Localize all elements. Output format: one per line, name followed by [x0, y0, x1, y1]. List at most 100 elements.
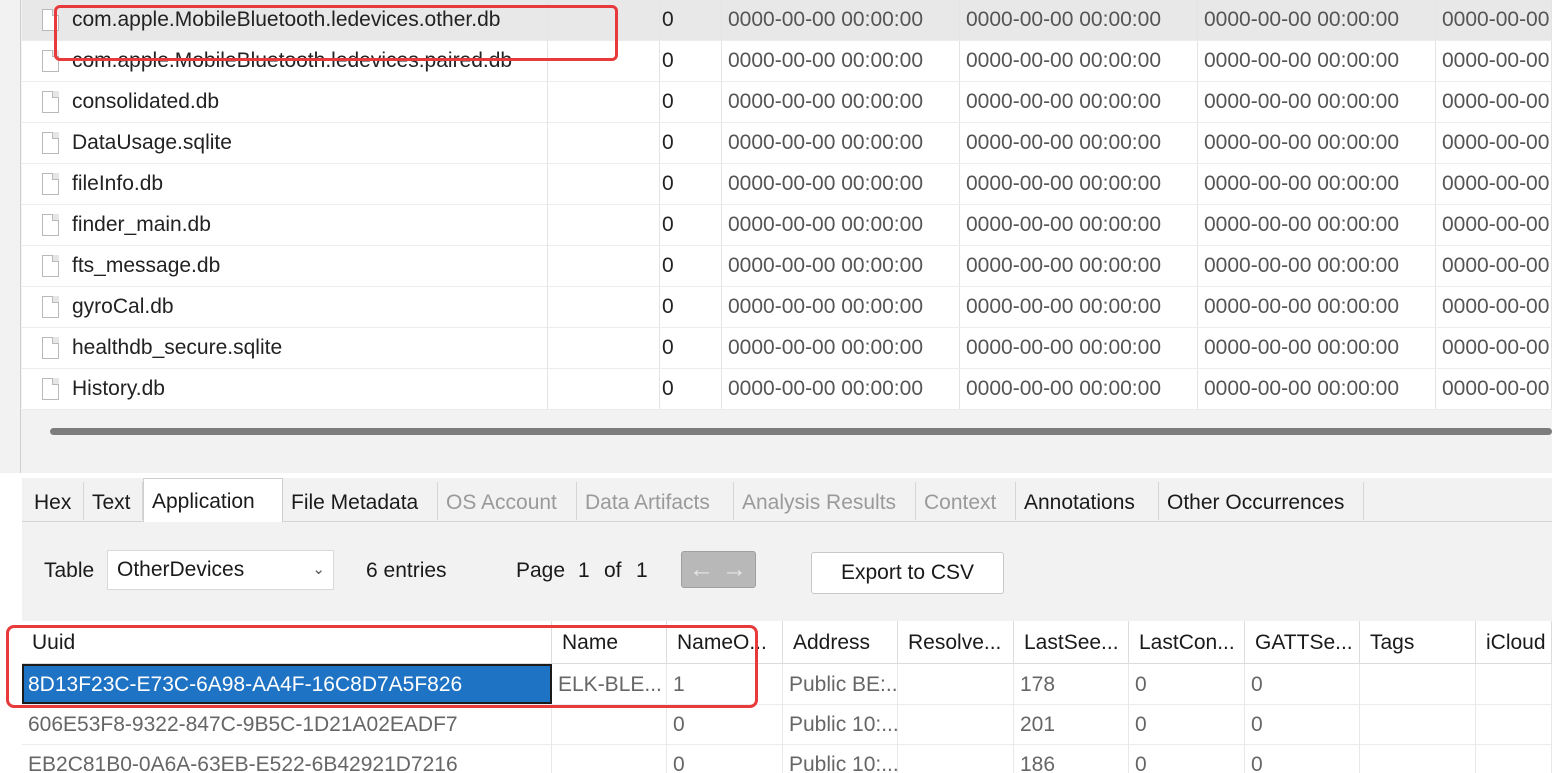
- file-row[interactable]: consolidated.db 0 0000-00-00 00:00:00 0000-…: [22, 82, 1552, 123]
- file-timestamp: 0000-00-00 00:00:00: [960, 328, 1198, 368]
- file-col-empty: [603, 287, 660, 327]
- file-timestamp: 0000-00-00 00:00:00: [722, 287, 960, 327]
- table-cell[interactable]: 0: [1129, 744, 1245, 773]
- column-header[interactable]: iCloud: [1476, 621, 1552, 663]
- file-timestamp: 0000-00-00 00:00:00: [960, 246, 1198, 286]
- file-name: fileInfo.db: [72, 172, 164, 195]
- table-select-value: OtherDevices: [117, 558, 245, 581]
- table-cell[interactable]: 0: [1129, 704, 1245, 744]
- file-row[interactable]: finder_main.db 0 0000-00-00 00:00:00 0000-0…: [22, 205, 1552, 246]
- file-icon: [42, 173, 59, 195]
- table-cell[interactable]: Public BE:...: [783, 664, 898, 704]
- file-timestamp: 0000-00-00: [1436, 369, 1552, 409]
- table-cell[interactable]: [1476, 744, 1552, 773]
- file-row[interactable]: gyroCal.db 0 0000-00-00 00:00:00 0000-00-00…: [22, 287, 1552, 328]
- column-header[interactable]: GATTSe...: [1245, 621, 1360, 663]
- file-timestamp: 0000-00-00 00:00:00: [1198, 82, 1436, 122]
- file-row[interactable]: healthdb_secure.sqlite 0 0000-00-00 00:00:…: [22, 328, 1552, 369]
- file-row[interactable]: History.db 0 0000-00-00 00:00:00 0000-00-00…: [22, 369, 1552, 410]
- file-row[interactable]: fts_message.db 0 0000-00-00 00:00:00 0000-0…: [22, 246, 1552, 287]
- page-of-label: of: [604, 559, 622, 582]
- file-timestamp: 0000-00-00: [1436, 164, 1552, 204]
- scrollbar-thumb[interactable]: [50, 428, 1552, 435]
- tab-text[interactable]: Text: [84, 482, 143, 520]
- table-cell[interactable]: [898, 704, 1014, 744]
- file-timestamp: 0000-00-00 00:00:00: [960, 205, 1198, 245]
- table-cell[interactable]: [552, 704, 667, 744]
- file-icon: [42, 214, 59, 236]
- file-name: History.db: [72, 377, 165, 400]
- table-cell[interactable]: 201: [1014, 704, 1129, 744]
- table-cell[interactable]: [552, 744, 667, 773]
- table-cell[interactable]: 0: [1245, 664, 1360, 704]
- file-timestamp: 0000-00-00: [1436, 287, 1552, 327]
- tab-file-metadata[interactable]: File Metadata: [283, 482, 438, 520]
- export-csv-button[interactable]: Export to CSV: [811, 552, 1004, 594]
- tab-analysis-results[interactable]: Analysis Results: [734, 482, 916, 520]
- table-cell[interactable]: [1360, 744, 1476, 773]
- file-row[interactable]: fileInfo.db 0 0000-00-00 00:00:00 0000-00-0…: [22, 164, 1552, 205]
- file-size: 0: [660, 246, 722, 286]
- file-timestamp: 0000-00-00: [1436, 205, 1552, 245]
- file-icon: [42, 91, 59, 113]
- file-timestamp: 0000-00-00 00:00:00: [722, 123, 960, 163]
- tab-os-account[interactable]: OS Account: [438, 482, 577, 520]
- table-cell[interactable]: [1360, 664, 1476, 704]
- column-header[interactable]: Tags: [1360, 621, 1476, 663]
- file-timestamp: 0000-00-00 00:00:00: [722, 164, 960, 204]
- file-icon: [42, 378, 59, 400]
- file-timestamp: 0000-00-00 00:00:00: [960, 0, 1198, 40]
- table-cell[interactable]: [898, 744, 1014, 773]
- tab-context[interactable]: Context: [916, 482, 1016, 520]
- table-cell[interactable]: [1476, 664, 1552, 704]
- arrow-left-icon[interactable]: ←: [689, 553, 714, 585]
- annotation-highlight-box: [54, 5, 618, 61]
- tab-annotations[interactable]: Annotations: [1016, 482, 1159, 520]
- tab-data-artifacts[interactable]: Data Artifacts: [577, 482, 734, 520]
- arrow-right-icon[interactable]: →: [722, 553, 747, 585]
- column-header[interactable]: Address: [783, 621, 898, 663]
- file-icon: [42, 337, 59, 359]
- table-cell[interactable]: [1360, 704, 1476, 744]
- file-col-empty: [603, 123, 660, 163]
- file-col-empty: [603, 246, 660, 286]
- table-cell[interactable]: 0: [1245, 704, 1360, 744]
- table-cell[interactable]: EB2C81B0-0A6A-63EB-E522-6B42921D7216: [22, 744, 552, 773]
- page-navigation-buttons[interactable]: ← →: [681, 551, 756, 588]
- file-timestamp: 0000-00-00 00:00:00: [1198, 328, 1436, 368]
- table-cell[interactable]: 186: [1014, 744, 1129, 773]
- file-size: 0: [660, 369, 722, 409]
- table-row[interactable]: EB2C81B0-0A6A-63EB-E522-6B42921D7216 0 Pub…: [22, 744, 1552, 773]
- tab-application[interactable]: Application: [143, 478, 283, 522]
- horizontal-scrollbar[interactable]: [50, 426, 1552, 436]
- page-current: 1: [578, 559, 590, 582]
- column-header[interactable]: Resolve...: [898, 621, 1014, 663]
- file-size: 0: [660, 82, 722, 122]
- table-cell[interactable]: 606E53F8-9322-847C-9B5C-1D21A02EADF7: [22, 704, 552, 744]
- table-cell[interactable]: 0: [667, 744, 783, 773]
- table-cell[interactable]: 178: [1014, 664, 1129, 704]
- file-timestamp: 0000-00-00 00:00:00: [722, 369, 960, 409]
- file-timestamp: 0000-00-00 00:00:00: [722, 41, 960, 81]
- table-cell[interactable]: 0: [667, 704, 783, 744]
- table-cell[interactable]: Public 10:...: [783, 704, 898, 744]
- column-header[interactable]: LastCon...: [1129, 621, 1245, 663]
- table-cell[interactable]: [1476, 704, 1552, 744]
- column-header[interactable]: LastSee...: [1014, 621, 1129, 663]
- file-size: 0: [660, 328, 722, 368]
- table-cell[interactable]: [898, 664, 1014, 704]
- file-name: consolidated.db: [72, 90, 220, 113]
- table-select[interactable]: OtherDevices ⌄: [107, 550, 334, 590]
- file-size: 0: [660, 123, 722, 163]
- file-row[interactable]: DataUsage.sqlite 0 0000-00-00 00:00:00 0000…: [22, 123, 1552, 164]
- table-cell[interactable]: 0: [1129, 664, 1245, 704]
- file-timestamp: 0000-00-00 00:00:00: [1198, 205, 1436, 245]
- tab-other-occurrences[interactable]: Other Occurrences: [1159, 482, 1364, 520]
- table-cell[interactable]: 0: [1245, 744, 1360, 773]
- table-cell[interactable]: Public 10:...: [783, 744, 898, 773]
- file-timestamp: 0000-00-00 00:00:00: [960, 164, 1198, 204]
- table-row[interactable]: 606E53F8-9322-847C-9B5C-1D21A02EADF7 0 Pub…: [22, 704, 1552, 745]
- file-size: 0: [660, 41, 722, 81]
- tab-hex[interactable]: Hex: [26, 482, 84, 520]
- file-col-empty: [603, 369, 660, 409]
